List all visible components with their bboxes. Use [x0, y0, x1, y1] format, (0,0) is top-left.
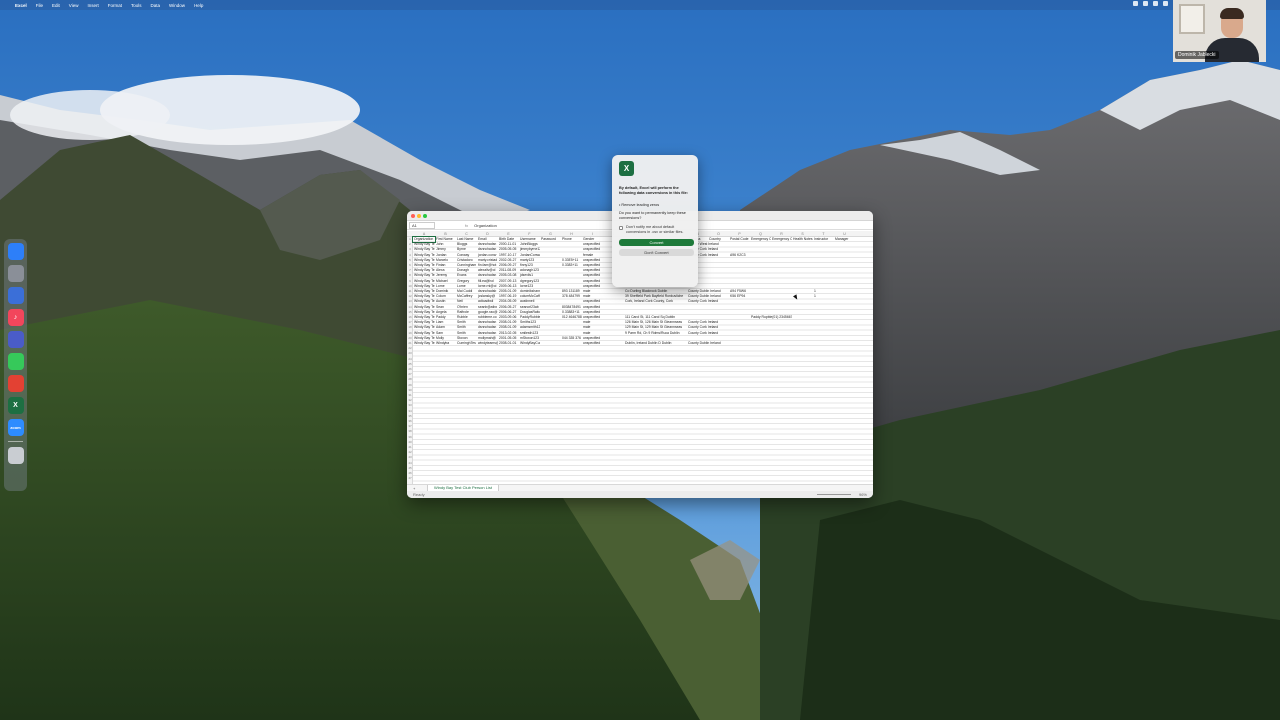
dont-notify-checkbox-row[interactable]: Don't notify me about default conversion… [619, 225, 692, 234]
status-icon[interactable] [1153, 1, 1158, 6]
status-icon[interactable] [1163, 1, 1168, 6]
finder-icon[interactable] [7, 243, 24, 260]
zoom-slider[interactable] [817, 494, 851, 495]
music-icon[interactable]: ♪ [7, 309, 24, 326]
county-cell[interactable]: County Dublin Ireland [687, 341, 729, 346]
header-cell[interactable]: Emergency C [750, 237, 771, 242]
excel-app-icon: X [619, 161, 634, 176]
address-cell[interactable]: Dublin, Ireland Dublin D Dublin [624, 341, 687, 346]
table-cell[interactable]: Windyba [435, 341, 456, 346]
zoom-icon[interactable]: zoom [7, 419, 24, 436]
convert-button[interactable]: Convert [619, 239, 694, 247]
minimize-window-button[interactable] [417, 214, 421, 218]
dialog-question: Do you want to permanently keep these co… [619, 211, 686, 220]
formula-input[interactable]: Organization [474, 223, 497, 228]
table-cell[interactable]: 378 484799 [561, 294, 582, 299]
table-cell[interactable]: 0.3383+11 [561, 263, 582, 268]
header-cell[interactable]: Postal Code [729, 237, 750, 242]
excel-icon[interactable]: X [7, 397, 24, 414]
dock-separator [8, 441, 23, 442]
menu-bar: Excel File Edit View Insert Format Tools… [0, 0, 1280, 10]
window-controls [411, 214, 427, 218]
address-cell[interactable]: 9 Parm Rd, Ch 9 Rdms/Ruca Dublin [624, 331, 687, 336]
status-menus [1133, 1, 1168, 6]
county-cell[interactable]: County Cork Ireland [687, 331, 729, 336]
emergency-cell[interactable]: Paddy Rupble(01) 23456678 [750, 315, 792, 320]
dont-notify-label: Don't notify me about default conversion… [626, 225, 684, 234]
menu-file[interactable]: File [36, 3, 43, 8]
zoom-window-button[interactable] [423, 214, 427, 218]
county-cell[interactable]: County Cork Ireland [687, 299, 729, 304]
webcam-overlay: Dominik Jablecki [1173, 0, 1266, 62]
status-icon[interactable] [1143, 1, 1148, 6]
dont-notify-checkbox[interactable] [619, 226, 623, 231]
menu-tools[interactable]: Tools [131, 3, 142, 8]
launchpad-icon[interactable] [7, 265, 24, 282]
chrome-icon[interactable] [7, 375, 24, 392]
table-cell[interactable]: CuminghTes [456, 341, 477, 346]
header-cell[interactable]: Health Notes [792, 237, 813, 242]
dont-convert-button[interactable]: Don't Convert [619, 249, 694, 257]
table-cell[interactable]: 044 335 376 [561, 336, 582, 341]
menu-insert[interactable]: Insert [87, 3, 98, 8]
wall-frame [1179, 4, 1205, 34]
name-box[interactable]: A1 [409, 221, 435, 229]
menu-data[interactable]: Data [151, 3, 161, 8]
table-cell[interactable]: windyteams@ [477, 341, 498, 346]
table-cell[interactable]: 1 [813, 294, 834, 299]
presenter-name: Dominik Jablecki [1175, 51, 1219, 59]
header-cell[interactable]: Manager [834, 237, 855, 242]
header-cell[interactable]: Password [540, 237, 561, 242]
table-cell[interactable]: unspecified [582, 341, 603, 346]
menu-help[interactable]: Help [194, 3, 203, 8]
table-cell[interactable]: Windy Bay Te [413, 341, 435, 346]
files-icon[interactable] [7, 287, 24, 304]
menu-view[interactable]: View [69, 3, 79, 8]
table-cell[interactable]: 2008-01-01 [498, 341, 519, 346]
menu-app-excel[interactable]: Excel [15, 3, 27, 8]
address-cell[interactable]: Cork, Ireland Cork County, Cork [624, 299, 687, 304]
messages-icon[interactable] [7, 353, 24, 370]
table-cell[interactable]: 012 4646788 [561, 315, 582, 320]
close-window-button[interactable] [411, 214, 415, 218]
dock: ♪ Xzoom [4, 239, 27, 491]
menu-format[interactable]: Format [108, 3, 122, 8]
postal-cell[interactable]: A96 K2C3 [729, 253, 750, 258]
header-cell[interactable]: Instructor [813, 237, 834, 242]
header-cell[interactable]: Emergency C [771, 237, 792, 242]
status-icon[interactable] [1133, 1, 1138, 6]
table-cell[interactable]: WindyBayCurningh/Tinsc [519, 341, 540, 346]
dialog-message: By default, Excel will perform the follo… [619, 186, 688, 195]
header-cell[interactable]: Phone [561, 237, 582, 242]
person-hair [1220, 8, 1244, 19]
postal-cell[interactable]: K56 EP94 [729, 294, 750, 299]
status-bar: Ready 96% [407, 491, 873, 498]
trash-icon[interactable] [7, 447, 24, 464]
drive-icon[interactable] [7, 331, 24, 348]
menu-edit[interactable]: Edit [52, 3, 60, 8]
status-text: Ready [413, 492, 425, 497]
conversion-item: • Remove leading zeros [619, 202, 660, 207]
zoom-level: 96% [858, 492, 867, 497]
data-conversion-dialog: X By default, Excel will perform the fol… [612, 155, 698, 287]
sheet-tab-bar: + Windy Bay Test Club Person List [407, 484, 873, 492]
menu-window[interactable]: Window [169, 3, 185, 8]
fx-label: fx [465, 222, 469, 228]
